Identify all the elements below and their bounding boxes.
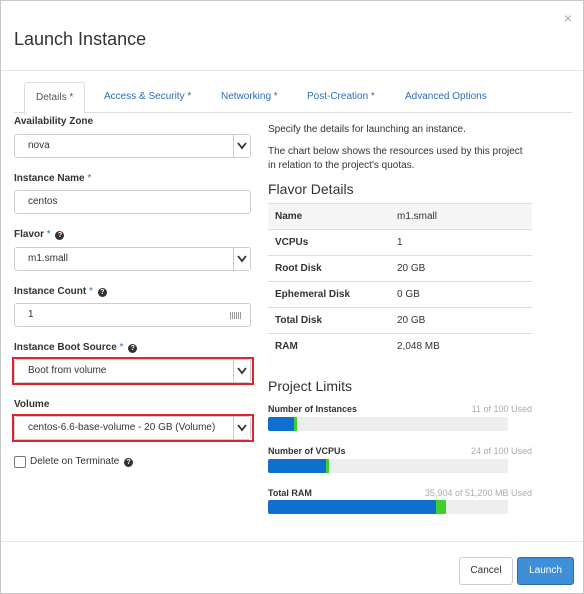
required-marker: * <box>89 286 93 297</box>
used-fill <box>268 417 295 431</box>
table-value: 0 GB <box>390 281 532 308</box>
project-limits-heading: Project Limits <box>268 378 353 394</box>
vcpus-progress-bar <box>268 459 508 473</box>
delete-on-terminate-label-text: Delete on Terminate <box>30 456 120 467</box>
tab-bar: Details * Access & Security * Networking… <box>14 82 572 114</box>
adding-fill <box>325 459 329 473</box>
instance-count-label: Instance Count * ? <box>14 286 107 297</box>
vcpus-limit-used: 24 of 100 Used <box>470 446 532 456</box>
required-marker: * <box>87 173 92 184</box>
help-icon[interactable]: ? <box>97 288 107 297</box>
table-key: Ephemeral Disk <box>268 281 390 308</box>
launch-instance-dialog: × Launch Instance Details * Access & Sec… <box>0 0 584 594</box>
table-key: Root Disk <box>268 255 390 282</box>
required-marker: * <box>119 342 124 353</box>
flavor-label: Flavor * ? <box>14 229 65 240</box>
table-key: Total Disk <box>268 307 390 334</box>
volume-label-text: Volume <box>14 399 50 410</box>
table-row: Ephemeral Disk 0 GB <box>268 281 532 308</box>
cancel-button[interactable]: Cancel <box>459 557 513 585</box>
table-value: 1 <box>390 229 532 256</box>
help-icon[interactable]: ? <box>128 344 138 353</box>
close-icon[interactable]: × <box>564 11 572 25</box>
table-value: 20 GB <box>390 255 532 282</box>
adding-fill <box>294 417 298 431</box>
launch-button[interactable]: Launch <box>517 557 574 585</box>
availability-zone-label: Availability Zone <box>14 116 93 127</box>
used-fill <box>268 459 326 473</box>
instances-limit-label: Number of Instances <box>268 404 358 414</box>
delete-on-terminate-checkbox[interactable] <box>14 456 26 468</box>
table-key: Name <box>268 203 390 230</box>
tab-networking[interactable]: Networking * <box>210 82 289 113</box>
volume-select[interactable]: centos-6.6-base-volume - 20 GB (Volume) <box>14 416 251 440</box>
instance-name-input[interactable]: centos <box>14 190 251 214</box>
chevron-down-icon <box>233 135 250 157</box>
boot-source-select[interactable]: Boot from volume <box>14 359 251 383</box>
table-value: m1.small <box>390 203 532 230</box>
chevron-down-icon <box>233 248 250 270</box>
footer-divider <box>1 541 583 542</box>
chevron-down-icon <box>233 360 250 382</box>
table-row: Name m1.small <box>268 203 532 230</box>
table-key: RAM <box>268 333 390 360</box>
tab-post-creation[interactable]: Post-Creation * <box>296 82 386 113</box>
ram-limit-label: Total RAM <box>268 488 312 498</box>
instance-count-value: 1 <box>28 309 34 320</box>
instance-count-stepper[interactable]: 1 <box>14 303 251 327</box>
flavor-details-heading: Flavor Details <box>268 181 354 197</box>
instances-limit-used: 11 of 100 Used <box>471 404 532 414</box>
table-row: Total Disk 20 GB <box>268 307 532 334</box>
help-icon[interactable]: ? <box>124 458 134 467</box>
tab-advanced-options[interactable]: Advanced Options <box>394 82 498 113</box>
spinner-icon[interactable] <box>230 312 242 319</box>
tab-details[interactable]: Details * <box>24 82 86 114</box>
adding-fill <box>436 500 446 514</box>
chart-note-text: The chart below shows the resources used… <box>268 146 523 171</box>
table-value: 2,048 MB <box>390 333 532 360</box>
instances-progress-bar <box>268 417 508 431</box>
availability-zone-select[interactable]: nova <box>14 134 251 158</box>
header-divider <box>1 70 583 71</box>
delete-on-terminate-label: Delete on Terminate ? <box>30 456 134 467</box>
boot-source-label: Instance Boot Source * ? <box>14 342 138 353</box>
table-row: Root Disk 20 GB <box>268 255 532 282</box>
instance-name-label: Instance Name * <box>14 173 91 184</box>
table-row: RAM 2,048 MB <box>268 333 532 360</box>
used-fill <box>268 500 437 514</box>
flavor-select[interactable]: m1.small <box>14 247 251 271</box>
tab-access-security[interactable]: Access & Security * <box>93 82 202 113</box>
flavor-value: m1.small <box>28 253 69 264</box>
chevron-down-icon <box>233 417 250 439</box>
availability-zone-value: nova <box>28 140 50 151</box>
intro-text: Specify the details for launching an ins… <box>268 124 466 135</box>
boot-source-value: Boot from volume <box>28 365 107 376</box>
table-value: 20 GB <box>390 307 532 334</box>
flavor-details-table: Name m1.small VCPUs 1 Root Disk 20 GB Ephem… <box>268 203 532 360</box>
ram-limit-used: 35,904 of 51,200 MB Used <box>424 488 532 498</box>
flavor-label-text: Flavor <box>14 229 45 240</box>
required-marker: * <box>46 229 51 240</box>
boot-source-label-text: Instance Boot Source <box>14 342 117 353</box>
instance-name-label-text: Instance Name <box>14 173 85 184</box>
volume-value: centos-6.6-base-volume - 20 GB (Volume) <box>28 422 216 433</box>
table-key: VCPUs <box>268 229 390 256</box>
dialog-title: Launch Instance <box>14 29 147 49</box>
help-icon[interactable]: ? <box>55 231 65 240</box>
volume-label: Volume <box>14 399 49 410</box>
vcpus-limit-label: Number of VCPUs <box>268 446 346 456</box>
table-row: VCPUs 1 <box>268 229 532 256</box>
availability-zone-label-text: Availability Zone <box>14 116 94 127</box>
instance-name-value: centos <box>28 196 58 207</box>
instance-count-label-text: Instance Count <box>14 286 87 297</box>
ram-progress-bar <box>268 500 508 514</box>
